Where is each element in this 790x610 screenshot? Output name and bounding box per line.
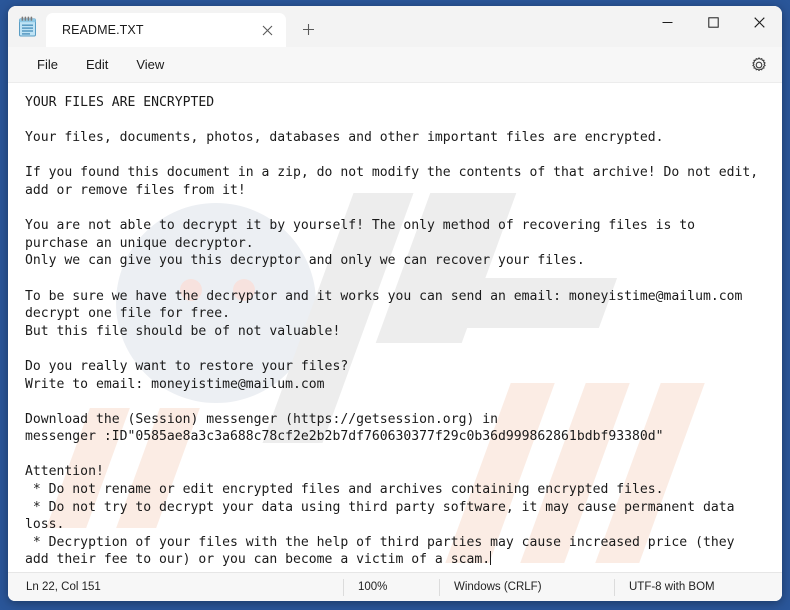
menu-item-view[interactable]: View [125,52,175,77]
minimize-button[interactable] [644,6,690,38]
notepad-window: README.TXT File Edit View YOUR FILES ARE… [8,6,782,601]
menu-item-edit[interactable]: Edit [75,52,119,77]
menu-item-view-label: View [136,57,165,72]
window-controls [644,6,782,47]
menu-item-file[interactable]: File [26,52,69,77]
notepad-icon [8,6,46,47]
gear-icon[interactable] [742,51,776,79]
ransom-note-text[interactable]: YOUR FILES ARE ENCRYPTED Your files, doc… [8,83,782,569]
menu-bar: File Edit View [8,47,782,83]
title-bar[interactable]: README.TXT [8,6,782,47]
text-caret [490,551,492,566]
tab-title-label: README.TXT [62,23,144,37]
close-button[interactable] [736,6,782,38]
tab-close-icon[interactable] [254,17,280,43]
tab-strip: README.TXT [46,6,644,47]
status-zoom-level[interactable]: 100% [343,578,439,596]
menu-item-edit-label: Edit [85,57,109,72]
tab-readme-txt[interactable]: README.TXT [46,13,286,47]
maximize-button[interactable] [690,6,736,38]
text-editor-area[interactable]: YOUR FILES ARE ENCRYPTED Your files, doc… [8,83,782,572]
status-bar: Ln 22, Col 151 100% Windows (CRLF) UTF-8… [8,572,782,601]
menu-item-file-label: File [37,57,58,72]
status-encoding[interactable]: UTF-8 with BOM [614,578,782,596]
new-tab-icon[interactable] [292,13,324,45]
status-cursor-position[interactable]: Ln 22, Col 151 [8,579,115,596]
ransom-note-body: YOUR FILES ARE ENCRYPTED Your files, doc… [25,95,759,568]
desktop-background: README.TXT File Edit View YOUR FILES ARE… [0,0,790,610]
status-line-ending[interactable]: Windows (CRLF) [439,578,614,596]
